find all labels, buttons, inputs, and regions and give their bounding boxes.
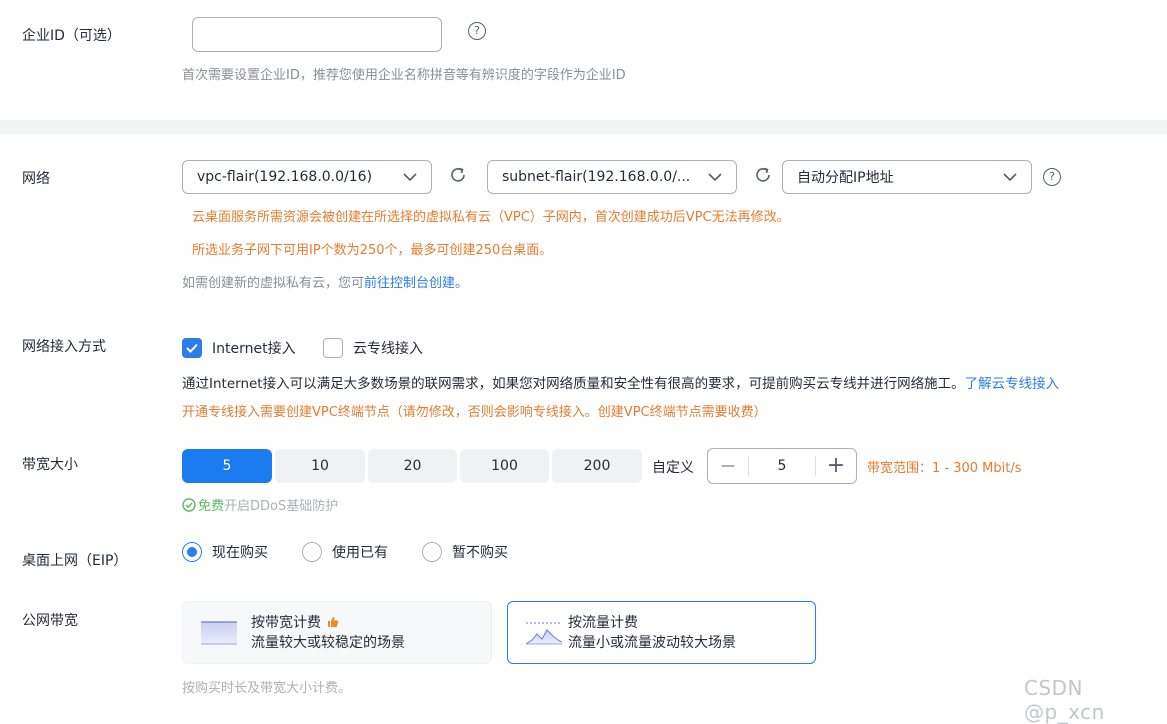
plus-icon: + — [826, 453, 846, 478]
refresh-icon[interactable] — [448, 165, 468, 185]
billing-by-bandwidth-card[interactable]: 按带宽计费 流量较大或较稳定的场景 — [182, 601, 492, 664]
check-icon — [186, 343, 198, 353]
access-description: 通过Internet接入可以满足大多数场景的联网需求，如果您对网络质量和安全性有… — [182, 372, 1059, 392]
internet-access-option[interactable]: Internet接入 — [182, 338, 296, 358]
billing-by-bandwidth-title-text: 按带宽计费 — [251, 614, 321, 631]
check-circle-icon — [182, 497, 196, 512]
refresh-icon[interactable] — [753, 165, 773, 185]
eip-option-label: 使用已有 — [332, 545, 388, 561]
eip-label: 桌面上网（EIP） — [22, 553, 128, 569]
ddos-text: 开启DDoS基础防护 — [224, 499, 339, 514]
eip-radio-buy-now[interactable] — [182, 542, 202, 562]
enterprise-id-label: 企业ID（可选） — [22, 28, 121, 44]
create-vpc-link[interactable]: 前往控制台创建。 — [364, 276, 468, 291]
decrement-button[interactable]: — — [708, 449, 748, 483]
direct-connect-checkbox[interactable] — [323, 338, 343, 358]
internet-access-label: Internet接入 — [212, 341, 296, 357]
direct-connect-option[interactable]: 云专线接入 — [323, 338, 423, 358]
eip-option-label: 暂不购买 — [452, 545, 508, 561]
ddos-protection: 免费 开启DDoS基础防护 — [182, 495, 338, 514]
enterprise-id-input[interactable] — [192, 17, 442, 52]
subnet-ip-warning: 所选业务子网下可用IP个数为250个，最多可创建250台桌面。 — [192, 243, 553, 258]
network-label: 网络 — [22, 171, 50, 187]
enterprise-id-hint: 首次需要设置企业ID，推荐您使用企业名称拼音等有辨识度的字段作为企业ID — [182, 68, 626, 83]
bandwidth-stepper[interactable]: — 5 + — [707, 448, 857, 484]
billing-by-traffic-title: 按流量计费 — [568, 614, 638, 631]
access-description-text: 通过Internet接入可以满足大多数场景的联网需求，如果您对网络质量和安全性有… — [182, 376, 965, 392]
bandwidth-chart-icon — [201, 620, 237, 644]
custom-bandwidth-label: 自定义 — [652, 460, 694, 476]
vpc-select[interactable]: vpc-flair(192.168.0.0/16) — [182, 160, 432, 194]
bandwidth-option-100[interactable]: 100 — [460, 449, 549, 483]
help-icon[interactable]: ? — [468, 22, 486, 40]
ddos-free-badge: 免费 — [198, 499, 225, 514]
learn-direct-connect-link[interactable]: 了解云专线接入 — [965, 376, 1060, 392]
bandwidth-option-10[interactable]: 10 — [275, 449, 365, 483]
subnet-select-value: subnet-flair(192.168.0.0/... — [502, 169, 691, 185]
traffic-chart-icon — [526, 622, 562, 644]
direct-connect-label: 云专线接入 — [353, 341, 423, 357]
billing-footer-hint: 按购买时长及带宽大小计费。 — [182, 681, 352, 696]
eip-radio-use-existing[interactable] — [302, 542, 322, 562]
help-icon[interactable]: ? — [1043, 168, 1061, 186]
billing-by-bandwidth-title: 按带宽计费 — [251, 613, 405, 633]
watermark: CSDN @p_xcn — [1024, 676, 1105, 724]
chevron-down-icon — [1003, 173, 1017, 182]
vpc-warning: 云桌面服务所需资源会被创建在所选择的虚拟私有云（VPC）子网内，首次创建成功后V… — [192, 210, 790, 225]
public-bandwidth-label: 公网带宽 — [22, 613, 78, 629]
eip-radio-not-buy[interactable] — [422, 542, 442, 562]
access-method-label: 网络接入方式 — [22, 339, 106, 355]
chevron-down-icon — [403, 173, 417, 182]
eip-option-use-existing[interactable]: 使用已有 — [302, 542, 388, 562]
ip-assign-select[interactable]: 自动分配IP地址 — [782, 160, 1032, 194]
eip-option-buy-now[interactable]: 现在购买 — [182, 542, 268, 562]
internet-access-checkbox[interactable] — [182, 338, 202, 358]
billing-by-bandwidth-desc: 流量较大或较稳定的场景 — [251, 634, 405, 651]
subnet-select[interactable]: subnet-flair(192.168.0.0/... — [487, 160, 737, 194]
minus-icon: — — [721, 458, 735, 474]
create-vpc-hint-text: 如需创建新的虚拟私有云，您可 — [182, 276, 365, 291]
create-vpc-hint: 如需创建新的虚拟私有云，您可前往控制台创建。 — [182, 272, 468, 291]
bandwidth-option-20[interactable]: 20 — [368, 449, 457, 483]
thumbs-up-icon — [328, 616, 339, 627]
section-divider — [0, 120, 1167, 134]
vpc-select-value: vpc-flair(192.168.0.0/16) — [197, 169, 373, 185]
bandwidth-option-5[interactable]: 5 — [182, 449, 272, 483]
eip-option-not-buy[interactable]: 暂不购买 — [422, 542, 508, 562]
bandwidth-label: 带宽大小 — [22, 457, 78, 473]
bandwidth-stepper-value[interactable]: 5 — [748, 456, 816, 476]
billing-by-traffic-desc: 流量小或流量波动较大场景 — [568, 634, 736, 651]
bandwidth-option-200[interactable]: 200 — [552, 449, 642, 483]
bandwidth-range: 带宽范围：1 - 300 Mbit/s — [867, 461, 1022, 476]
increment-button[interactable]: + — [816, 449, 856, 483]
direct-connect-warning: 开通专线接入需要创建VPC终端节点（请勿修改，否则会影响专线接入。创建VPC终端… — [182, 405, 767, 420]
ip-assign-select-value: 自动分配IP地址 — [797, 170, 894, 186]
billing-by-traffic-card[interactable]: 按流量计费 流量小或流量波动较大场景 — [507, 601, 816, 664]
eip-option-label: 现在购买 — [212, 545, 268, 561]
chevron-down-icon — [708, 173, 722, 182]
